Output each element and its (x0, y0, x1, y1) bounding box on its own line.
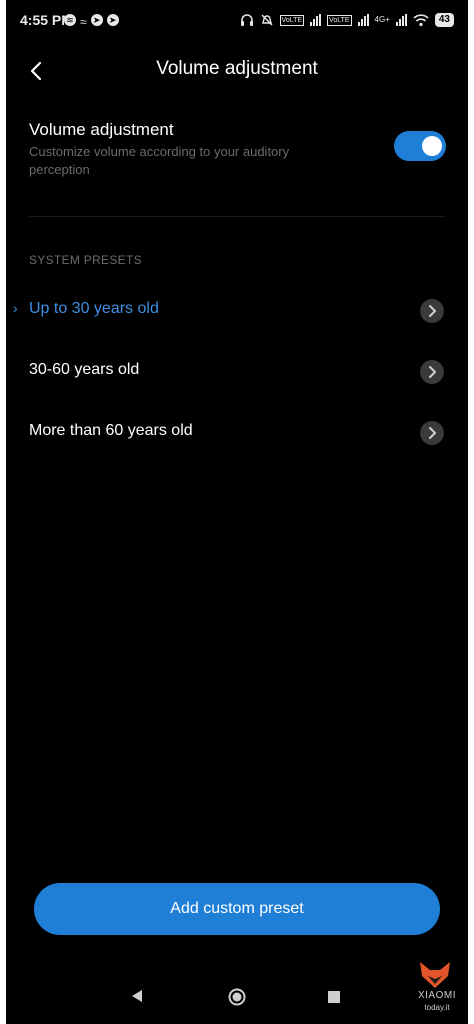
alarm-off-icon (261, 14, 273, 26)
notification-icons: ≋ ≈ ➤ ➤ (64, 14, 119, 30)
signal-icon (310, 14, 322, 26)
chevron-right-icon (420, 421, 444, 445)
setting-title: Volume adjustment (29, 120, 174, 139)
headphones-icon (240, 14, 253, 26)
chevron-right-icon (420, 360, 444, 384)
toggle-knob (422, 136, 442, 156)
preset-label: 30-60 years old (29, 361, 140, 378)
add-custom-preset-button[interactable]: Add custom preset (34, 883, 440, 935)
preset-label: Up to 30 years old (29, 300, 159, 317)
network-type: 4G+ (374, 15, 390, 24)
system-icons: VoLTE VoLTE 4G+ 43 (240, 12, 454, 28)
nav-back-button[interactable] (130, 989, 144, 1003)
page-title: Volume adjustment (156, 58, 318, 79)
telegram-icon: ➤ (106, 14, 119, 26)
watermark-brand: XIAOMI (417, 990, 456, 1001)
setting-description: Customize volume according to your audit… (29, 144, 290, 177)
section-header-system-presets: SYSTEM PRESETS (29, 253, 142, 267)
volte-badge: VoLTE (327, 14, 352, 26)
selected-chevron-icon: › (13, 300, 18, 316)
wifi-icon (413, 13, 429, 26)
preset-item-30-60[interactable]: 30-60 years old (6, 346, 468, 396)
fox-logo-icon (420, 962, 450, 988)
navigation-bar (6, 975, 468, 1020)
preset-item-over-60[interactable]: More than 60 years old (6, 407, 468, 457)
nav-recents-button[interactable] (328, 991, 340, 1003)
spotify-icon: ≋ (64, 14, 76, 26)
xiaomitoday-watermark: XIAOMI today.it (404, 958, 466, 1018)
phone-screen: 4:55 PM ≋ ≈ ➤ ➤ VoLTE VoLTE 4G+ 43 Volum… (6, 0, 468, 1024)
battery-indicator: 43 (434, 13, 454, 27)
status-bar: 4:55 PM ≋ ≈ ➤ ➤ VoLTE VoLTE 4G+ 43 (6, 0, 468, 44)
preset-item-up-to-30[interactable]: › Up to 30 years old (6, 285, 468, 335)
preset-label: More than 60 years old (29, 422, 193, 439)
volte-badge: VoLTE (279, 14, 305, 26)
signal-icon (395, 14, 407, 26)
volume-adjustment-toggle[interactable] (394, 131, 446, 161)
telegram-icon: ➤ (90, 14, 103, 26)
nav-home-button[interactable] (228, 988, 246, 1006)
wifi-share-icon: ≈ (80, 15, 87, 29)
divider (29, 216, 445, 217)
chevron-right-icon (420, 299, 444, 323)
watermark-site: today.it (424, 1003, 450, 1012)
signal-icon (357, 14, 369, 26)
volume-adjustment-setting[interactable]: Volume adjustment Customize volume accor… (6, 112, 468, 192)
